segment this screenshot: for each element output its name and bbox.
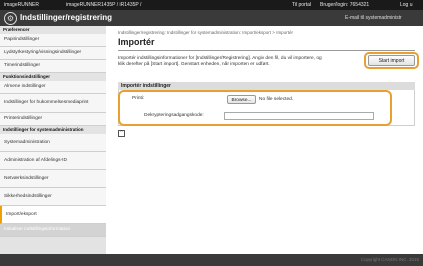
page-header: ⚙ Indstillinger/registrering E-mail til … xyxy=(0,10,423,26)
sidebar-item-network[interactable]: Netværksindstillinger xyxy=(0,170,106,188)
login-user: Bruger/login: 7654321 xyxy=(320,2,370,8)
top-bar: imageRUNNER imageRUNNER1435P / iR1435P /… xyxy=(0,0,423,10)
settings-icon: ⚙ xyxy=(4,12,17,25)
footer: Copyright CANON INC. 2015 xyxy=(0,254,423,266)
portal-link[interactable]: Til portal xyxy=(292,0,311,10)
sidebar-item-printer[interactable]: Printerindstillinger xyxy=(0,113,106,126)
import-fields-highlight xyxy=(118,90,392,126)
sidebar-item-import-export[interactable]: Import/eksport xyxy=(0,206,106,224)
email-admin-link[interactable]: E-mail til systemadministr xyxy=(345,10,402,26)
model-text: imageRUNNER1435P / iR1435P / xyxy=(66,2,142,8)
copyright-text: Copyright CANON INC. 2015 xyxy=(360,257,419,262)
page-title: Importér xyxy=(118,37,155,47)
sidebar-item-memory-media-print[interactable]: Indstillinger for hukommelsesmediaprint xyxy=(0,94,106,113)
main-content: Indstillinger/registrering: Indstillinge… xyxy=(106,26,423,254)
logout-link[interactable]: Log u xyxy=(400,0,413,10)
sidebar-section-function: Funktionsindstillinger xyxy=(0,73,106,81)
sidebar-item-initialize[interactable]: Initialiser indstillingsinformation xyxy=(0,224,106,237)
sidebar-item-general[interactable]: Almene indstillinger xyxy=(0,81,106,94)
brand-text: imageRUNNER xyxy=(4,2,40,8)
title-divider xyxy=(118,50,415,51)
back-to-top-icon[interactable]: ⌃ xyxy=(118,130,125,137)
header-title: Indstillinger/registrering xyxy=(20,13,113,22)
breadcrumb: Indstillinger/registrering: Indstillinge… xyxy=(118,30,293,35)
sidebar-item-timer[interactable]: Timerindstillinger xyxy=(0,60,106,73)
sidebar-item-department-id[interactable]: Administration af Afdelings-ID xyxy=(0,152,106,170)
import-settings-header: Importér indstillinger xyxy=(118,82,415,90)
sidebar: Præferencer Papirindstillinger Lydstyrke… xyxy=(0,26,106,254)
sidebar-item-volume-display[interactable]: Lydstyrkestyring/visningsindstillinger xyxy=(0,47,106,60)
sidebar-item-paper[interactable]: Papirindstillinger xyxy=(0,34,106,47)
start-import-highlight xyxy=(364,52,419,69)
sidebar-item-security[interactable]: Sikkerhedsindstillinger xyxy=(0,188,106,206)
sidebar-section-preferences: Præferencer xyxy=(0,26,106,34)
sidebar-section-system-admin: Indstillinger for systemadministration xyxy=(0,126,106,134)
import-description: Importér indstillingsinformationer for [… xyxy=(118,56,322,67)
sidebar-item-system-management[interactable]: Systemadministration xyxy=(0,134,106,152)
